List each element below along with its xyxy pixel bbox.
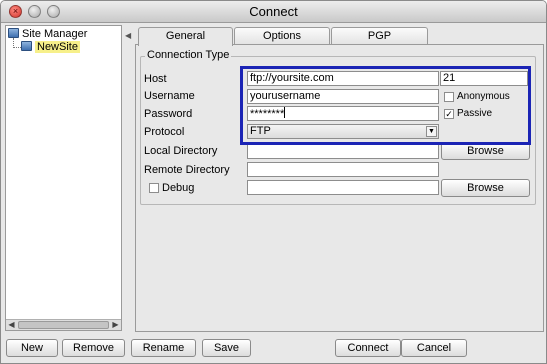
browse-debug-button[interactable]: Browse	[441, 179, 530, 197]
tab-pgp-label: PGP	[367, 30, 392, 42]
remote-directory-label: Remote Directory	[144, 164, 230, 176]
highlight-box	[240, 66, 531, 145]
host-label: Host	[144, 73, 167, 85]
scroll-left-icon[interactable]: ◀	[6, 320, 17, 330]
tab-options[interactable]: Options	[234, 27, 330, 45]
window-title: Connect	[249, 4, 298, 19]
group-title: Connection Type	[145, 49, 232, 61]
close-window-icon[interactable]: ×	[9, 5, 22, 18]
zoom-window-icon[interactable]	[47, 5, 60, 18]
debug-label: Debug	[162, 182, 195, 194]
tree-root-label: Site Manager	[22, 28, 88, 40]
site-icon	[21, 41, 32, 51]
scroll-thumb[interactable]	[18, 321, 109, 329]
protocol-label: Protocol	[144, 126, 185, 138]
tree-horizontal-scrollbar[interactable]: ◀ ▶	[6, 319, 121, 330]
title-bar: × Connect	[1, 1, 546, 23]
splitter-collapse-icon[interactable]: ◀	[125, 31, 131, 40]
connect-window: × Connect Site Manager NewSite ◀ ▶ ◀ Gen…	[0, 0, 547, 364]
minimize-window-icon[interactable]	[28, 5, 41, 18]
tab-general[interactable]: General	[138, 27, 233, 46]
tree-item-newsite[interactable]: NewSite	[21, 40, 80, 54]
save-button[interactable]: Save	[202, 339, 251, 357]
remove-button[interactable]: Remove	[62, 339, 125, 357]
tree-item-label: NewSite	[35, 41, 80, 53]
username-label: Username	[144, 90, 195, 102]
new-button[interactable]: New	[6, 339, 58, 357]
cancel-button[interactable]: Cancel	[401, 339, 467, 357]
local-directory-label: Local Directory	[144, 145, 218, 157]
remote-directory-input[interactable]	[247, 162, 439, 177]
password-label: Password	[144, 108, 193, 120]
local-directory-input[interactable]	[247, 144, 439, 159]
debug-log-input[interactable]	[247, 180, 439, 195]
scroll-right-icon[interactable]: ▶	[110, 320, 121, 330]
rename-button[interactable]: Rename	[131, 339, 196, 357]
tab-general-label: General	[165, 30, 206, 42]
connect-button[interactable]: Connect	[335, 339, 401, 357]
tree-connector-line	[13, 47, 21, 48]
tree-root-site-manager[interactable]: Site Manager	[8, 27, 87, 41]
site-tree[interactable]: Site Manager NewSite ◀ ▶	[5, 25, 122, 331]
debug-checkbox[interactable]	[149, 183, 159, 193]
tab-pgp[interactable]: PGP	[331, 27, 428, 45]
tab-options-label: Options	[263, 30, 301, 42]
site-manager-icon	[8, 28, 19, 38]
